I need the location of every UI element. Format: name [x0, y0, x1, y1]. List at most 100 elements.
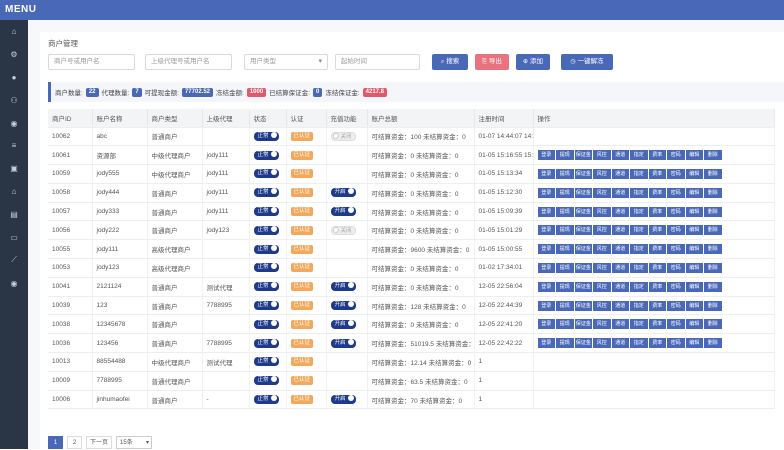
action-button[interactable]: 风控	[593, 187, 611, 198]
action-button[interactable]: 指定	[630, 187, 648, 198]
action-button[interactable]: 登录	[537, 168, 555, 179]
action-button[interactable]: 删除	[704, 187, 722, 198]
recharge-toggle[interactable]: 开启	[330, 188, 356, 198]
recharge-toggle[interactable]: 开启	[330, 395, 356, 405]
action-button[interactable]: 登录	[537, 150, 555, 161]
action-button[interactable]: 登录	[537, 225, 555, 236]
action-button[interactable]: 登录	[537, 187, 555, 198]
action-button[interactable]: 编辑	[685, 319, 703, 330]
action-button[interactable]: 删除	[704, 150, 722, 161]
recharge-toggle[interactable]: 开启	[330, 301, 356, 311]
action-button[interactable]: 保证金	[574, 150, 592, 161]
status-toggle[interactable]: 正常	[253, 244, 279, 254]
action-button[interactable]: 编辑	[685, 150, 703, 161]
action-button[interactable]: 风控	[593, 244, 611, 255]
action-button[interactable]: 编辑	[685, 206, 703, 217]
recharge-toggle[interactable]: 关闭	[330, 225, 356, 235]
action-button[interactable]: 保证金	[574, 206, 592, 217]
add-button[interactable]: ⊕ 添加	[516, 54, 550, 70]
action-button[interactable]: 指定	[630, 300, 648, 311]
action-button[interactable]: 保证金	[574, 187, 592, 198]
action-button[interactable]: 通道	[611, 225, 629, 236]
recharge-toggle[interactable]: 开启	[330, 338, 356, 348]
bank-icon[interactable]: ⌂	[0, 180, 28, 203]
action-button[interactable]: 编辑	[685, 225, 703, 236]
action-button[interactable]: 编辑	[685, 262, 703, 273]
lock-icon[interactable]: ▣	[0, 157, 28, 180]
action-button[interactable]: 提现	[556, 319, 574, 330]
export-button[interactable]: ⎘ 导出	[475, 54, 509, 70]
action-button[interactable]: 登录	[537, 244, 555, 255]
action-button[interactable]: 风控	[593, 281, 611, 292]
action-button[interactable]: 删除	[704, 281, 722, 292]
action-button[interactable]: 费率	[648, 206, 666, 217]
merchant-search-input[interactable]: 商户号或用户名	[48, 54, 135, 70]
status-toggle[interactable]: 正常	[253, 282, 279, 292]
action-button[interactable]: 编辑	[685, 187, 703, 198]
action-button[interactable]: 保证金	[574, 225, 592, 236]
page-2-button[interactable]: 2	[67, 435, 82, 449]
action-button[interactable]: 费率	[648, 168, 666, 179]
status-toggle[interactable]: 正常	[253, 150, 279, 160]
action-button[interactable]: 风控	[593, 168, 611, 179]
action-button[interactable]: 风控	[593, 319, 611, 330]
action-button[interactable]: 费率	[648, 244, 666, 255]
action-button[interactable]: 删除	[704, 338, 722, 349]
book-icon[interactable]: ▤	[0, 203, 28, 226]
action-button[interactable]: 提现	[556, 206, 574, 217]
action-button[interactable]: 费率	[648, 281, 666, 292]
action-button[interactable]: 指定	[630, 225, 648, 236]
start-time-input[interactable]: 起始时间	[335, 54, 420, 70]
user-type-select[interactable]: 用户类型	[244, 54, 328, 70]
action-button[interactable]: 密码	[667, 168, 685, 179]
status-toggle[interactable]: 正常	[253, 207, 279, 217]
status-toggle[interactable]: 正常	[253, 225, 279, 235]
action-button[interactable]: 登录	[537, 281, 555, 292]
action-button[interactable]: 密码	[667, 338, 685, 349]
page-size-select[interactable]: 15条	[116, 435, 153, 450]
action-button[interactable]: 指定	[630, 150, 648, 161]
action-button[interactable]: 指定	[630, 168, 648, 179]
action-button[interactable]: 通道	[611, 244, 629, 255]
action-button[interactable]: 通道	[611, 300, 629, 311]
status-toggle[interactable]: 正常	[253, 319, 279, 329]
action-button[interactable]: 风控	[593, 338, 611, 349]
action-button[interactable]: 提现	[556, 168, 574, 179]
status-toggle[interactable]: 正常	[253, 376, 279, 386]
action-button[interactable]: 指定	[630, 338, 648, 349]
action-button[interactable]: 删除	[704, 262, 722, 273]
action-button[interactable]: 提现	[556, 300, 574, 311]
action-button[interactable]: 密码	[667, 262, 685, 273]
action-button[interactable]: 指定	[630, 281, 648, 292]
status-toggle[interactable]: 正常	[253, 395, 279, 405]
action-button[interactable]: 风控	[593, 300, 611, 311]
action-button[interactable]: 费率	[648, 150, 666, 161]
action-button[interactable]: 通道	[611, 150, 629, 161]
action-button[interactable]: 指定	[630, 262, 648, 273]
action-button[interactable]: 删除	[704, 244, 722, 255]
recharge-toggle[interactable]: 开启	[330, 319, 356, 329]
action-button[interactable]: 保证金	[574, 319, 592, 330]
action-button[interactable]: 通道	[611, 206, 629, 217]
action-button[interactable]: 费率	[648, 262, 666, 273]
action-button[interactable]: 保证金	[574, 338, 592, 349]
action-button[interactable]: 密码	[667, 319, 685, 330]
action-button[interactable]: 登录	[537, 319, 555, 330]
action-button[interactable]: 保证金	[574, 244, 592, 255]
action-button[interactable]: 保证金	[574, 300, 592, 311]
action-button[interactable]: 风控	[593, 206, 611, 217]
action-button[interactable]: 删除	[704, 319, 722, 330]
action-button[interactable]: 登录	[537, 338, 555, 349]
action-button[interactable]: 删除	[704, 168, 722, 179]
action-button[interactable]: 提现	[556, 225, 574, 236]
action-button[interactable]: 费率	[648, 225, 666, 236]
action-button[interactable]: 提现	[556, 187, 574, 198]
agent-search-input[interactable]: 上级代理号或用户名	[145, 54, 232, 70]
action-button[interactable]: 风控	[593, 262, 611, 273]
action-button[interactable]: 风控	[593, 150, 611, 161]
action-button[interactable]: 密码	[667, 244, 685, 255]
action-button[interactable]: 通道	[611, 168, 629, 179]
list-icon[interactable]: ≡	[0, 134, 28, 157]
action-button[interactable]: 通道	[611, 281, 629, 292]
action-button[interactable]: 风控	[593, 225, 611, 236]
